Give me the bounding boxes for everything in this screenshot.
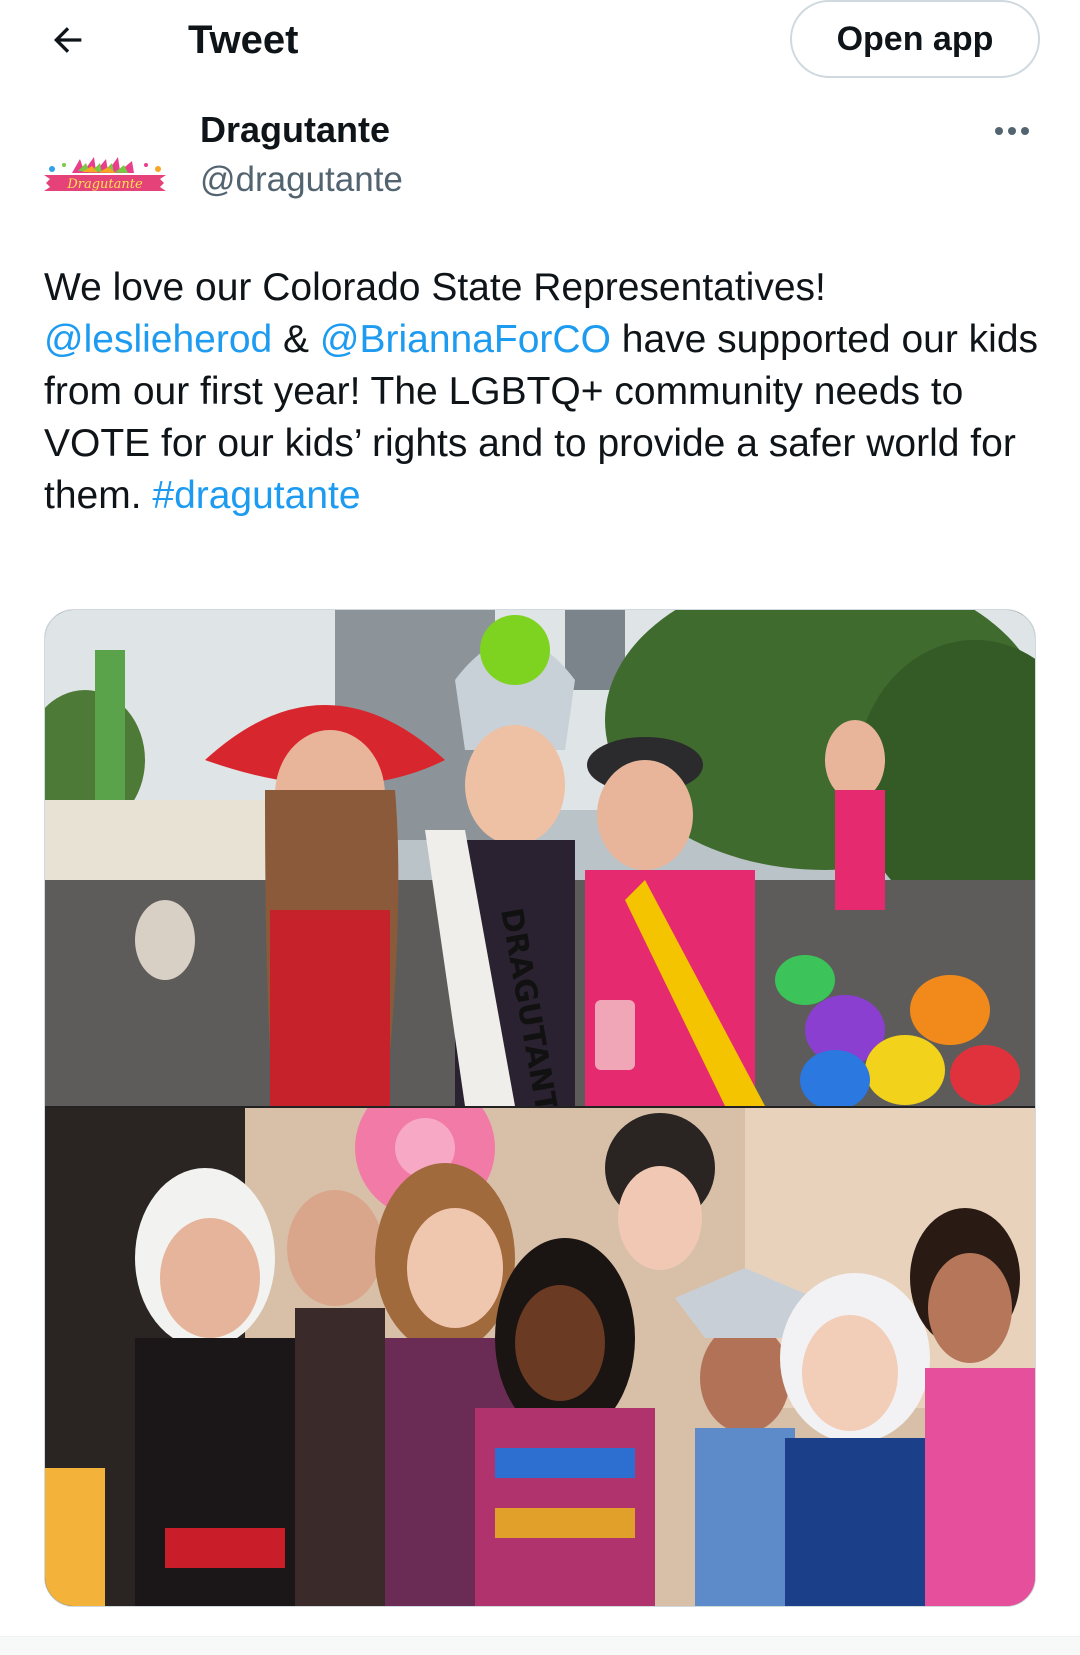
back-button[interactable] <box>44 16 92 64</box>
tweet-author: Dragutante Dragutante @dragutante <box>0 96 1080 252</box>
bottom-divider <box>0 1636 1080 1655</box>
mention-briannaforco[interactable]: @BriannaForCO <box>320 318 611 361</box>
avatar[interactable]: Dragutante <box>40 122 170 252</box>
dragutante-logo: Dragutante <box>44 157 166 192</box>
author-display-name[interactable]: Dragutante <box>200 108 390 152</box>
mention-leslieherod[interactable]: @leslieherod <box>44 318 272 361</box>
tweet-text-part: We love our Colorado State Representativ… <box>44 266 826 309</box>
page-title: Tweet <box>188 18 299 62</box>
parade-photo[interactable]: DRAGUTANTE <box>45 610 1036 1106</box>
top-bar: Tweet Open app <box>0 0 1080 80</box>
svg-text:Dragutante: Dragutante <box>66 177 143 192</box>
tweet-media[interactable]: DRAGUTANTE <box>44 609 1036 1607</box>
more-options-button[interactable] <box>990 116 1034 146</box>
tweet-text-part: & <box>272 318 320 361</box>
open-app-button[interactable]: Open app <box>790 0 1040 78</box>
author-handle[interactable]: @dragutante <box>200 158 403 202</box>
arrow-left-icon <box>54 27 82 53</box>
more-horizontal-icon <box>995 127 1029 135</box>
group-photo[interactable] <box>45 1108 1036 1607</box>
hashtag-dragutante[interactable]: #dragutante <box>152 474 360 517</box>
tweet-text: We love our Colorado State Representativ… <box>44 262 1044 522</box>
